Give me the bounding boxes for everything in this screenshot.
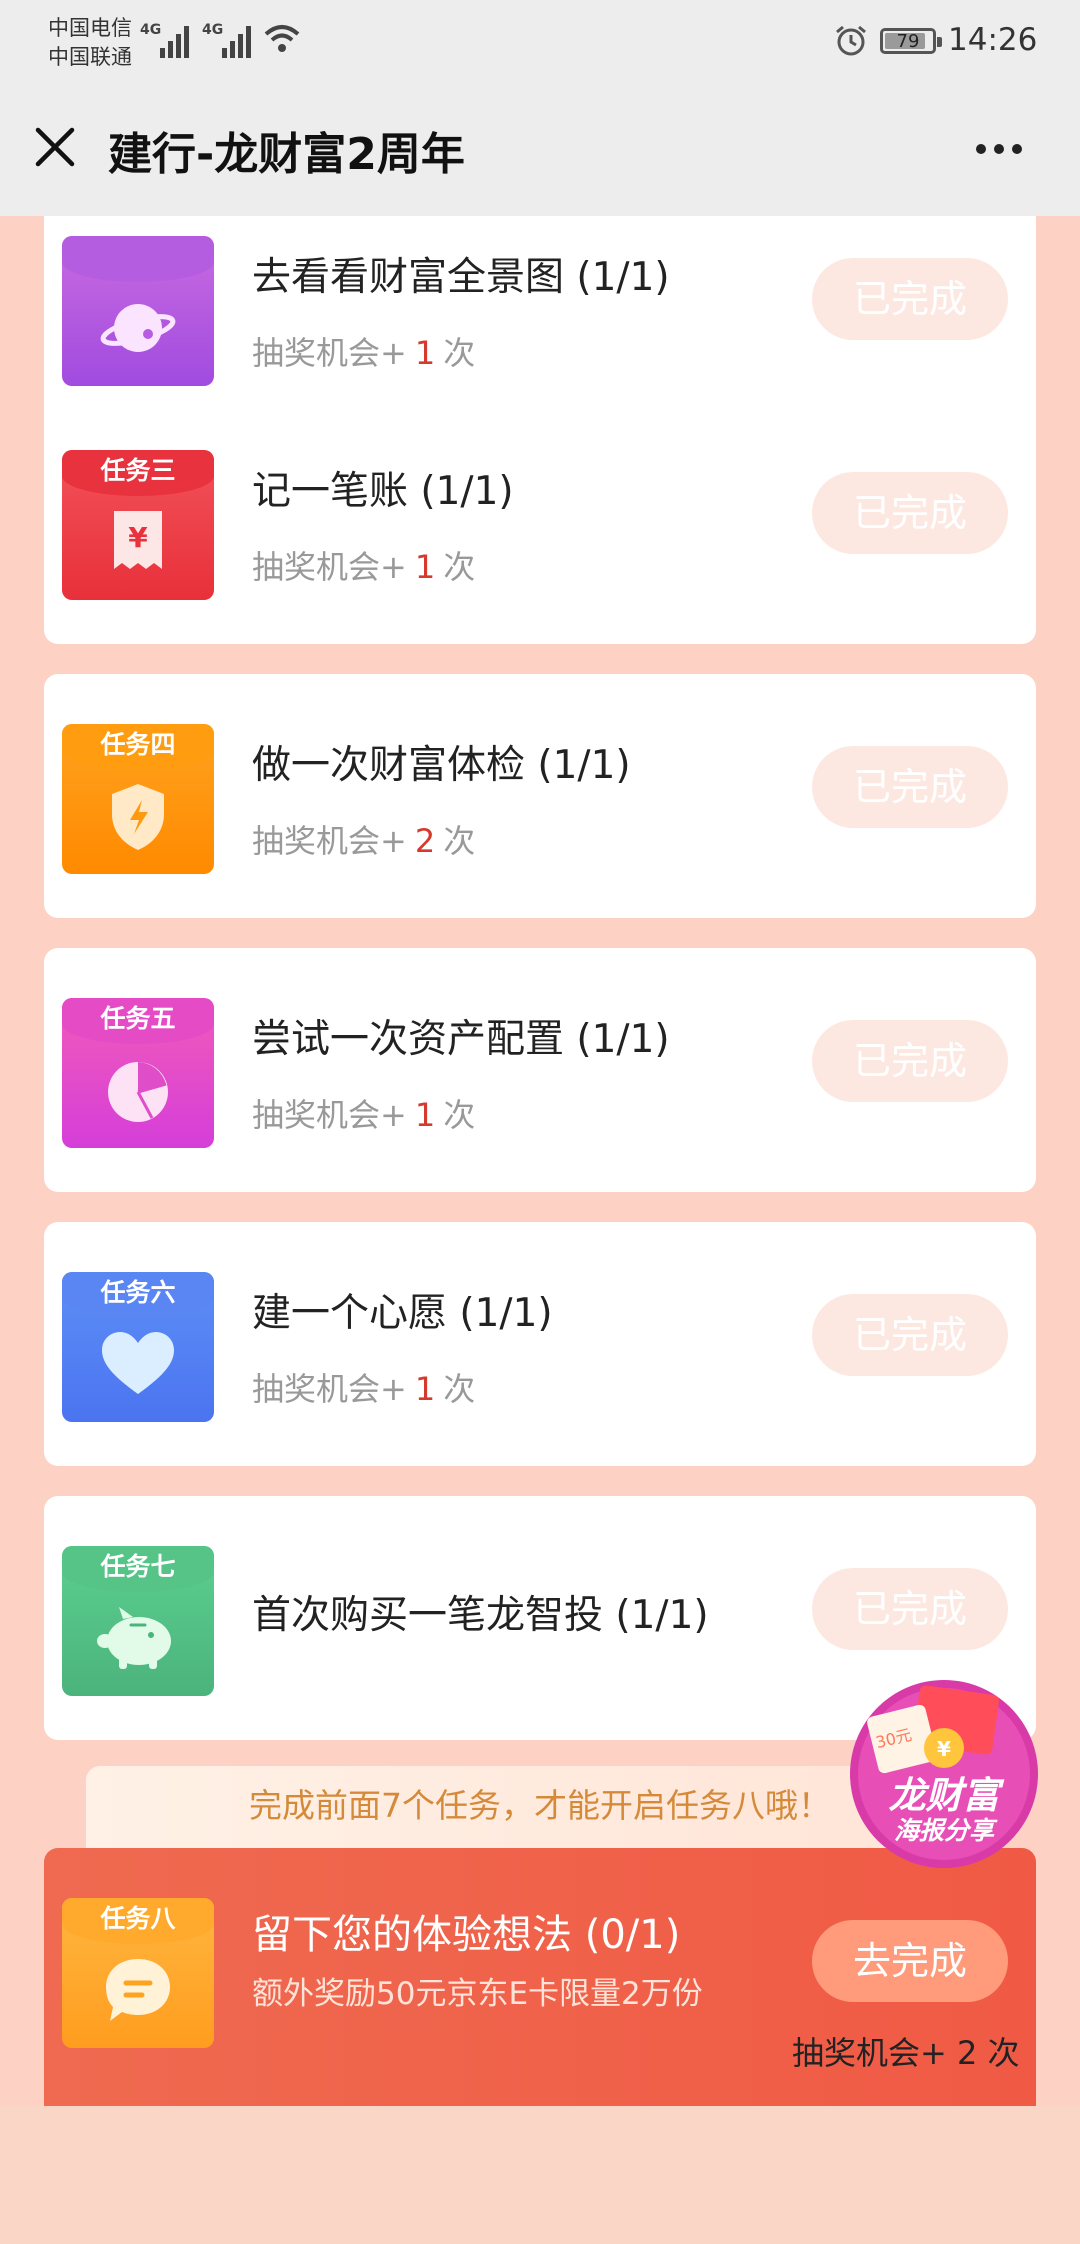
reward-prefix: 抽奖机会+ [252,822,407,860]
svg-text:¥: ¥ [128,521,148,554]
bottom-area [0,2106,1080,2244]
task-tag: 任务三 [62,450,214,496]
task-card-featured: 任务八 留下您的体验想法 (0/1) 额外奖励50元京东E卡限量2万份 去完成 … [44,1848,1036,2106]
reward-count: 2 [414,822,436,860]
piggy-bank-icon [97,1607,171,1669]
task-subtitle: 额外奖励50元京东E卡限量2万份 [252,1976,703,2012]
alarm-icon [836,25,866,56]
poster-title: 龙财富 [888,1774,1000,1817]
wifi-icon [264,25,300,52]
signal-icon-2 [222,18,251,58]
task-badge: 任务三 ¥ [62,450,214,600]
task-tag: 任务六 [62,1272,214,1318]
reward-suffix: 次 [443,334,476,372]
reward-prefix: 抽奖机会+ [252,1370,407,1408]
completed-button[interactable]: 已完成 [812,258,1008,340]
task-badge: 任务八 [62,1898,214,2048]
status-bar: 中国电信 中国联通 4G 4G 79 14:26 [0,0,1080,88]
pie-chart-icon [108,1062,168,1122]
completed-button[interactable]: 已完成 [812,1568,1008,1650]
shield-icon [112,784,164,850]
carrier-1: 中国电信 [48,16,132,40]
reward-count: 1 [414,1096,436,1134]
go-complete-button[interactable]: 去完成 [812,1920,1008,2002]
task-reward: 抽奖机会+ 1 次 [252,1364,475,1410]
task-name: 首次购买一笔龙智投 (1/1) [252,1593,709,1638]
task-card: 任务六 建一个心愿 (1/1) 抽奖机会+ 1 次 已完成 [44,1222,1036,1466]
battery-level: 79 [896,31,920,52]
svg-text:¥: ¥ [937,1737,951,1761]
reward-suffix: 次 [443,822,476,860]
carrier-labels: 中国电信 中国联通 [48,14,132,72]
task-tag: 任务五 [62,998,214,1044]
task-reward: 抽奖机会+ 2 次 [252,816,475,862]
task-card: 任务五 尝试一次资产配置 (1/1) 抽奖机会+ 1 次 已完成 [44,948,1036,1192]
reward-suffix: 次 [443,1370,476,1408]
reward-prefix: 抽奖机会+ [252,1096,407,1134]
planet-icon [100,304,176,352]
receipt-icon: ¥ [114,511,162,569]
page-title: 建行-龙财富2周年 [108,129,465,180]
reward-count: 1 [414,334,436,372]
clock: 14:26 [948,22,1038,58]
task-name: 做一次财富体检 (1/1) [252,743,631,788]
reward-count: 1 [414,548,436,586]
task-list: 去看看财富全景图 (1/1) 抽奖机会+ 1 次 已完成 任务三 ¥ 记一笔账 (1… [0,216,1080,2106]
poster-share-button[interactable]: ¥ 30元 龙财富 海报分享 [844,1670,1044,1870]
reward-prefix: 抽奖机会+ [252,334,407,372]
task-badge: 任务七 [62,1546,214,1696]
task-card: 任务三 ¥ 记一笔账 (1/1) 抽奖机会+ 1 次 已完成 [44,400,1036,644]
reward-count: 1 [414,1370,436,1408]
network-type-1: 4G [140,22,162,38]
task-tag: 任务八 [62,1898,214,1944]
close-icon[interactable] [30,122,80,172]
comment-icon [106,1959,170,2021]
task-tag [62,236,214,282]
task-badge: 任务五 [62,998,214,1148]
task-card: 任务四 做一次财富体检 (1/1) 抽奖机会+ 2 次 已完成 [44,674,1036,918]
reward-prefix: 抽奖机会+ [252,548,407,586]
reward-suffix: 次 [443,1096,476,1134]
nav-bar: 建行-龙财富2周年 [0,88,1080,216]
task-reward: 抽奖机会+ 1 次 [252,328,475,374]
task-badge: 任务六 [62,1272,214,1422]
task-reward: 抽奖机会+ 1 次 [252,1090,475,1136]
heart-icon [102,1332,174,1394]
task-card: 去看看财富全景图 (1/1) 抽奖机会+ 1 次 已完成 [44,216,1036,430]
task-badge [62,236,214,386]
more-icon[interactable] [976,144,1022,154]
poster-label: 龙财富 海报分享 [844,1776,1044,1846]
task-tag: 任务七 [62,1546,214,1592]
signal-icon [160,18,189,58]
task-name: 尝试一次资产配置 (1/1) [252,1017,670,1062]
task-name: 建一个心愿 (1/1) [252,1291,553,1336]
task-tag: 任务四 [62,724,214,770]
poster-subtitle: 海报分享 [893,1816,994,1845]
task-badge: 任务四 [62,724,214,874]
completed-button[interactable]: 已完成 [812,746,1008,828]
task-reward: 抽奖机会+ 2 次 [792,2034,1020,2072]
reward-suffix: 次 [443,548,476,586]
carrier-2: 中国联通 [48,45,132,69]
task-name: 留下您的体验想法 (0/1) [252,1912,681,1958]
task-name: 去看看财富全景图 (1/1) [252,255,670,300]
network-type-2: 4G [202,22,224,38]
completed-button[interactable]: 已完成 [812,1020,1008,1102]
completed-button[interactable]: 已完成 [812,472,1008,554]
battery-icon: 79 [880,28,942,54]
task-reward: 抽奖机会+ 1 次 [252,542,475,588]
task-name: 记一笔账 (1/1) [252,469,514,514]
completed-button[interactable]: 已完成 [812,1294,1008,1376]
